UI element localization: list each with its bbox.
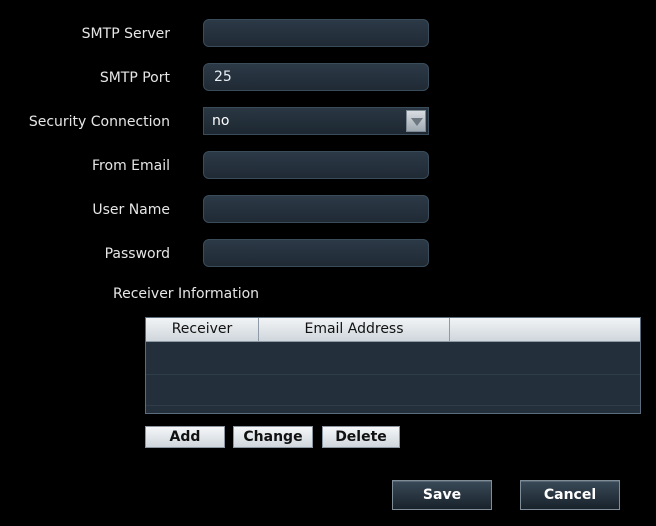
smtp-server-label: SMTP Server <box>81 26 170 42</box>
change-button[interactable]: Change <box>233 426 313 448</box>
cancel-button[interactable]: Cancel <box>520 480 620 510</box>
chevron-down-icon[interactable] <box>406 110 426 132</box>
row-divider <box>146 405 640 406</box>
password-row: Password <box>0 239 656 269</box>
delete-button[interactable]: Delete <box>322 426 400 448</box>
security-connection-select[interactable]: no <box>203 107 429 135</box>
smtp-port-row: SMTP Port 25 <box>0 63 656 93</box>
user-name-input[interactable] <box>203 195 429 223</box>
receiver-column-header[interactable]: Receiver <box>146 318 258 342</box>
from-email-row: From Email <box>0 151 656 181</box>
from-email-label: From Email <box>92 158 170 174</box>
receiver-table-header: Receiver Email Address <box>146 318 640 342</box>
security-connection-row: Security Connection no <box>0 107 656 137</box>
smtp-port-input[interactable]: 25 <box>203 63 429 91</box>
smtp-settings-panel: SMTP Server SMTP Port 25 Security Connec… <box>0 0 656 526</box>
add-button[interactable]: Add <box>145 426 225 448</box>
user-name-label: User Name <box>92 202 170 218</box>
user-name-row: User Name <box>0 195 656 225</box>
smtp-server-row: SMTP Server <box>0 19 656 49</box>
receiver-table: Receiver Email Address <box>145 317 641 414</box>
security-connection-label: Security Connection <box>28 114 170 130</box>
security-connection-value: no <box>212 113 230 129</box>
smtp-port-label: SMTP Port <box>99 70 170 86</box>
receiver-information-title: Receiver Information <box>113 286 260 302</box>
save-button[interactable]: Save <box>392 480 492 510</box>
smtp-server-input[interactable] <box>203 19 429 47</box>
email-address-column-header[interactable]: Email Address <box>259 318 449 342</box>
from-email-input[interactable] <box>203 151 429 179</box>
password-label: Password <box>104 246 170 262</box>
blank-column-header[interactable] <box>450 318 640 342</box>
password-input[interactable] <box>203 239 429 267</box>
row-divider <box>146 374 640 375</box>
